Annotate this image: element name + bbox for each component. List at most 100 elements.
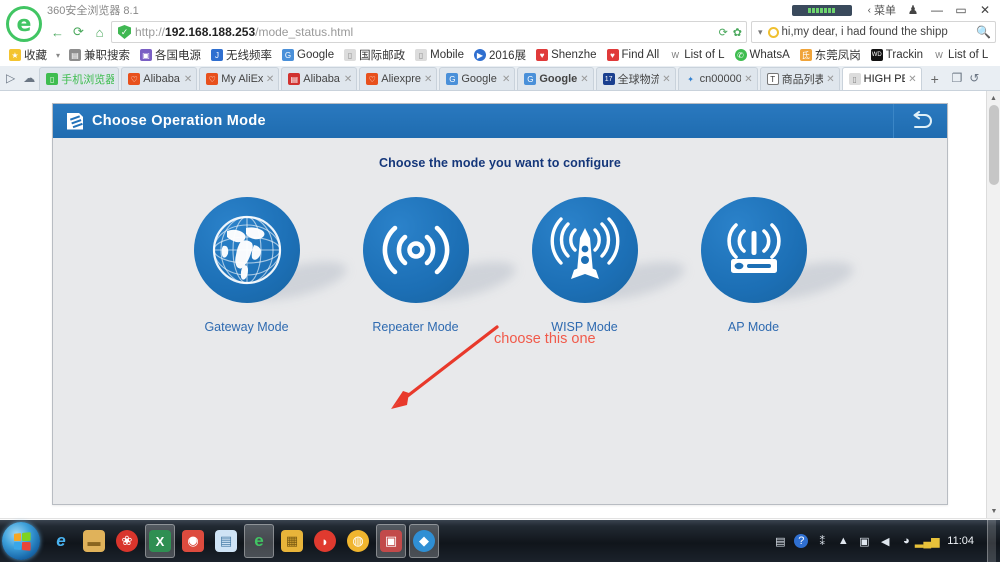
browser-window: e 360安全浏览器 8.1 ‹ 菜单 ♟ — ▭ ✕ ← ⟳ ⌂ ✓ http… [0, 0, 1000, 539]
taskbar-blue-app[interactable]: ◆ [409, 524, 439, 558]
mode-disc [700, 197, 807, 303]
taskbar-clock[interactable]: 11:04 [941, 535, 980, 547]
start-button[interactable] [2, 522, 40, 560]
tab-google-2[interactable]: G Google ✕ [517, 67, 594, 90]
back-button[interactable] [893, 104, 947, 138]
tab-aliexpress[interactable]: ♡ Aliexpre ✕ [359, 67, 438, 90]
whatsapp-icon: ✆ [734, 49, 747, 61]
bookmark-item[interactable]: ✆ WhatsA [730, 49, 795, 61]
bookmark-favorites[interactable]: ★ 收藏 [4, 47, 52, 63]
network-small-icon[interactable]: ⁑ [815, 534, 829, 548]
mode-gateway[interactable]: Gateway Mode [191, 197, 303, 334]
tab-my-aliexpress[interactable]: ♡ My AliEx ✕ [199, 67, 280, 90]
url-input[interactable]: ✓ http://192.168.188.253/mode_status.htm… [111, 21, 747, 43]
search-icon[interactable]: 🔍 [976, 25, 991, 39]
show-hidden-icons[interactable]: ▲ [836, 534, 850, 548]
tab-close-icon[interactable]: ✕ [344, 74, 352, 85]
tab-alibaba-2[interactable]: ▤ Alibaba ✕ [281, 67, 358, 90]
taskbar-notes[interactable]: ▤ [211, 524, 241, 558]
tab-close-icon[interactable]: ✕ [184, 74, 192, 85]
vertical-scrollbar[interactable]: ▲ ▼ [986, 91, 1000, 518]
bookmark-label: List of L [948, 49, 989, 61]
scrollbar-thumb[interactable] [989, 105, 999, 185]
scroll-down-icon[interactable]: ▼ [987, 504, 1000, 518]
mode-ap[interactable]: AP Mode [698, 197, 810, 334]
menu-button[interactable]: ‹ 菜单 [864, 2, 900, 18]
tab-list-button[interactable]: ▷ [2, 65, 19, 90]
bookmark-item[interactable]: ▶ 2016展 [469, 47, 531, 63]
taskbar-red-app[interactable]: ❀ [112, 524, 142, 558]
chevron-down-icon[interactable]: ▾ [756, 27, 768, 38]
app-title: 360安全浏览器 8.1 [47, 5, 139, 17]
taskbar-calendar[interactable]: ▦ [277, 524, 307, 558]
tab-close-icon[interactable]: ✕ [424, 74, 432, 85]
taskbar-contacts[interactable]: ▣ [376, 524, 406, 558]
back-icon[interactable]: ← [47, 22, 68, 43]
bookmark-item[interactable]: ▣ 各国电源 [135, 47, 206, 63]
tab-close-icon[interactable]: ✕ [266, 74, 274, 85]
bookmark-item[interactable]: WList of L [928, 49, 993, 61]
tab-tools: ❐ ↺ [946, 65, 986, 90]
bookmark-item[interactable]: J 无线频率 [206, 47, 277, 63]
undo-icon[interactable]: ↺ [969, 71, 979, 85]
bookmark-item[interactable]: G Google [277, 49, 339, 61]
bookmark-item[interactable]: ▯ Mobile [410, 49, 469, 61]
tab-alibaba[interactable]: ♡ Alibaba ✕ [121, 67, 198, 90]
tab-phone-browser[interactable]: ▯ 手机浏览器 [39, 67, 120, 90]
mode-wisp[interactable]: WISP Mode [529, 197, 641, 334]
bookmark-item[interactable]: WList of L [993, 49, 1000, 61]
sync-icon[interactable]: ⟳ [719, 26, 728, 39]
bookmark-label: Find All [621, 49, 660, 61]
tab-close-icon[interactable]: ✕ [826, 74, 834, 85]
cloud-icon[interactable]: ☁ [19, 65, 39, 90]
tab-close-icon[interactable]: ✕ [744, 74, 752, 85]
bookmark-item[interactable]: ♥ Shenzhe [531, 49, 601, 61]
network-icon[interactable]: ▂▄▆ [915, 534, 940, 548]
bookmark-label: Shenzhe [551, 49, 597, 61]
volume-icon[interactable]: ◀ [878, 534, 892, 548]
google-icon: G [282, 49, 295, 61]
bookmark-item[interactable]: ♥ Find All [602, 49, 665, 61]
taskbar-yellow-app[interactable]: ◍ [343, 524, 373, 558]
show-desktop-button[interactable] [987, 520, 996, 562]
new-tab-button[interactable]: + [924, 67, 946, 90]
action-center-icon[interactable]: ◕ [899, 534, 913, 548]
bookmark-item[interactable]: ▤ 兼职搜索 [64, 47, 135, 63]
tab-high-pe[interactable]: ▯ HIGH PE ✕ [841, 67, 922, 90]
search-input[interactable]: ▾ hi,my dear, i had found the shipp 🔍 [751, 21, 996, 43]
leaf-icon[interactable]: ✿ [733, 26, 742, 39]
safely-remove-icon[interactable]: ▣ [857, 534, 871, 548]
tab-close-icon[interactable]: ✕ [662, 74, 670, 85]
search-engine-icon [767, 26, 779, 38]
tab-close-icon[interactable]: ✕ [580, 74, 588, 85]
tab-product-list[interactable]: T 商品列表 ✕ [759, 67, 840, 90]
taskbar-explorer[interactable]: ▬ [79, 524, 109, 558]
taskbar-chrome[interactable]: ◉ [178, 524, 208, 558]
mode-repeater[interactable]: Repeater Mode [360, 197, 472, 334]
taskbar-360-browser[interactable]: e [244, 524, 274, 558]
minimize-button[interactable]: — [926, 1, 948, 19]
tab-close-icon[interactable]: ✕ [502, 74, 510, 85]
device-icon[interactable]: ▤ [773, 534, 787, 548]
bookmark-item[interactable]: WD Trackin [866, 49, 928, 61]
alibaba-icon: ♡ [206, 73, 219, 85]
restore-tab-icon[interactable]: ❐ [952, 71, 963, 85]
home-icon[interactable]: ⌂ [89, 22, 110, 43]
taskbar-internet-explorer[interactable]: e [46, 524, 76, 558]
scroll-up-icon[interactable]: ▲ [987, 91, 1000, 105]
bookmark-item[interactable]: 氐东莞凤岗 [795, 47, 866, 63]
help-icon[interactable]: ? [794, 534, 809, 548]
tab-close-icon[interactable]: ✕ [908, 74, 916, 85]
taskbar-flame-app[interactable]: ◗ [310, 524, 340, 558]
bookmark-item[interactable]: WList of L [664, 49, 729, 61]
tab-global-logistics[interactable]: 17 全球物流 ✕ [595, 67, 676, 90]
tab-google[interactable]: G Google ✕ [439, 67, 516, 90]
chevron-down-icon[interactable]: ▾ [52, 51, 64, 60]
shirt-icon[interactable]: ♟ [902, 1, 924, 19]
taskbar-excel[interactable]: X [145, 524, 175, 558]
reload-icon[interactable]: ⟳ [68, 22, 89, 43]
bookmark-item[interactable]: ▯ 国际邮政 [339, 47, 410, 63]
maximize-button[interactable]: ▭ [950, 1, 972, 19]
close-button[interactable]: ✕ [974, 1, 996, 19]
tab-cn00000[interactable]: ✦ cn00000 ✕ [677, 67, 758, 90]
